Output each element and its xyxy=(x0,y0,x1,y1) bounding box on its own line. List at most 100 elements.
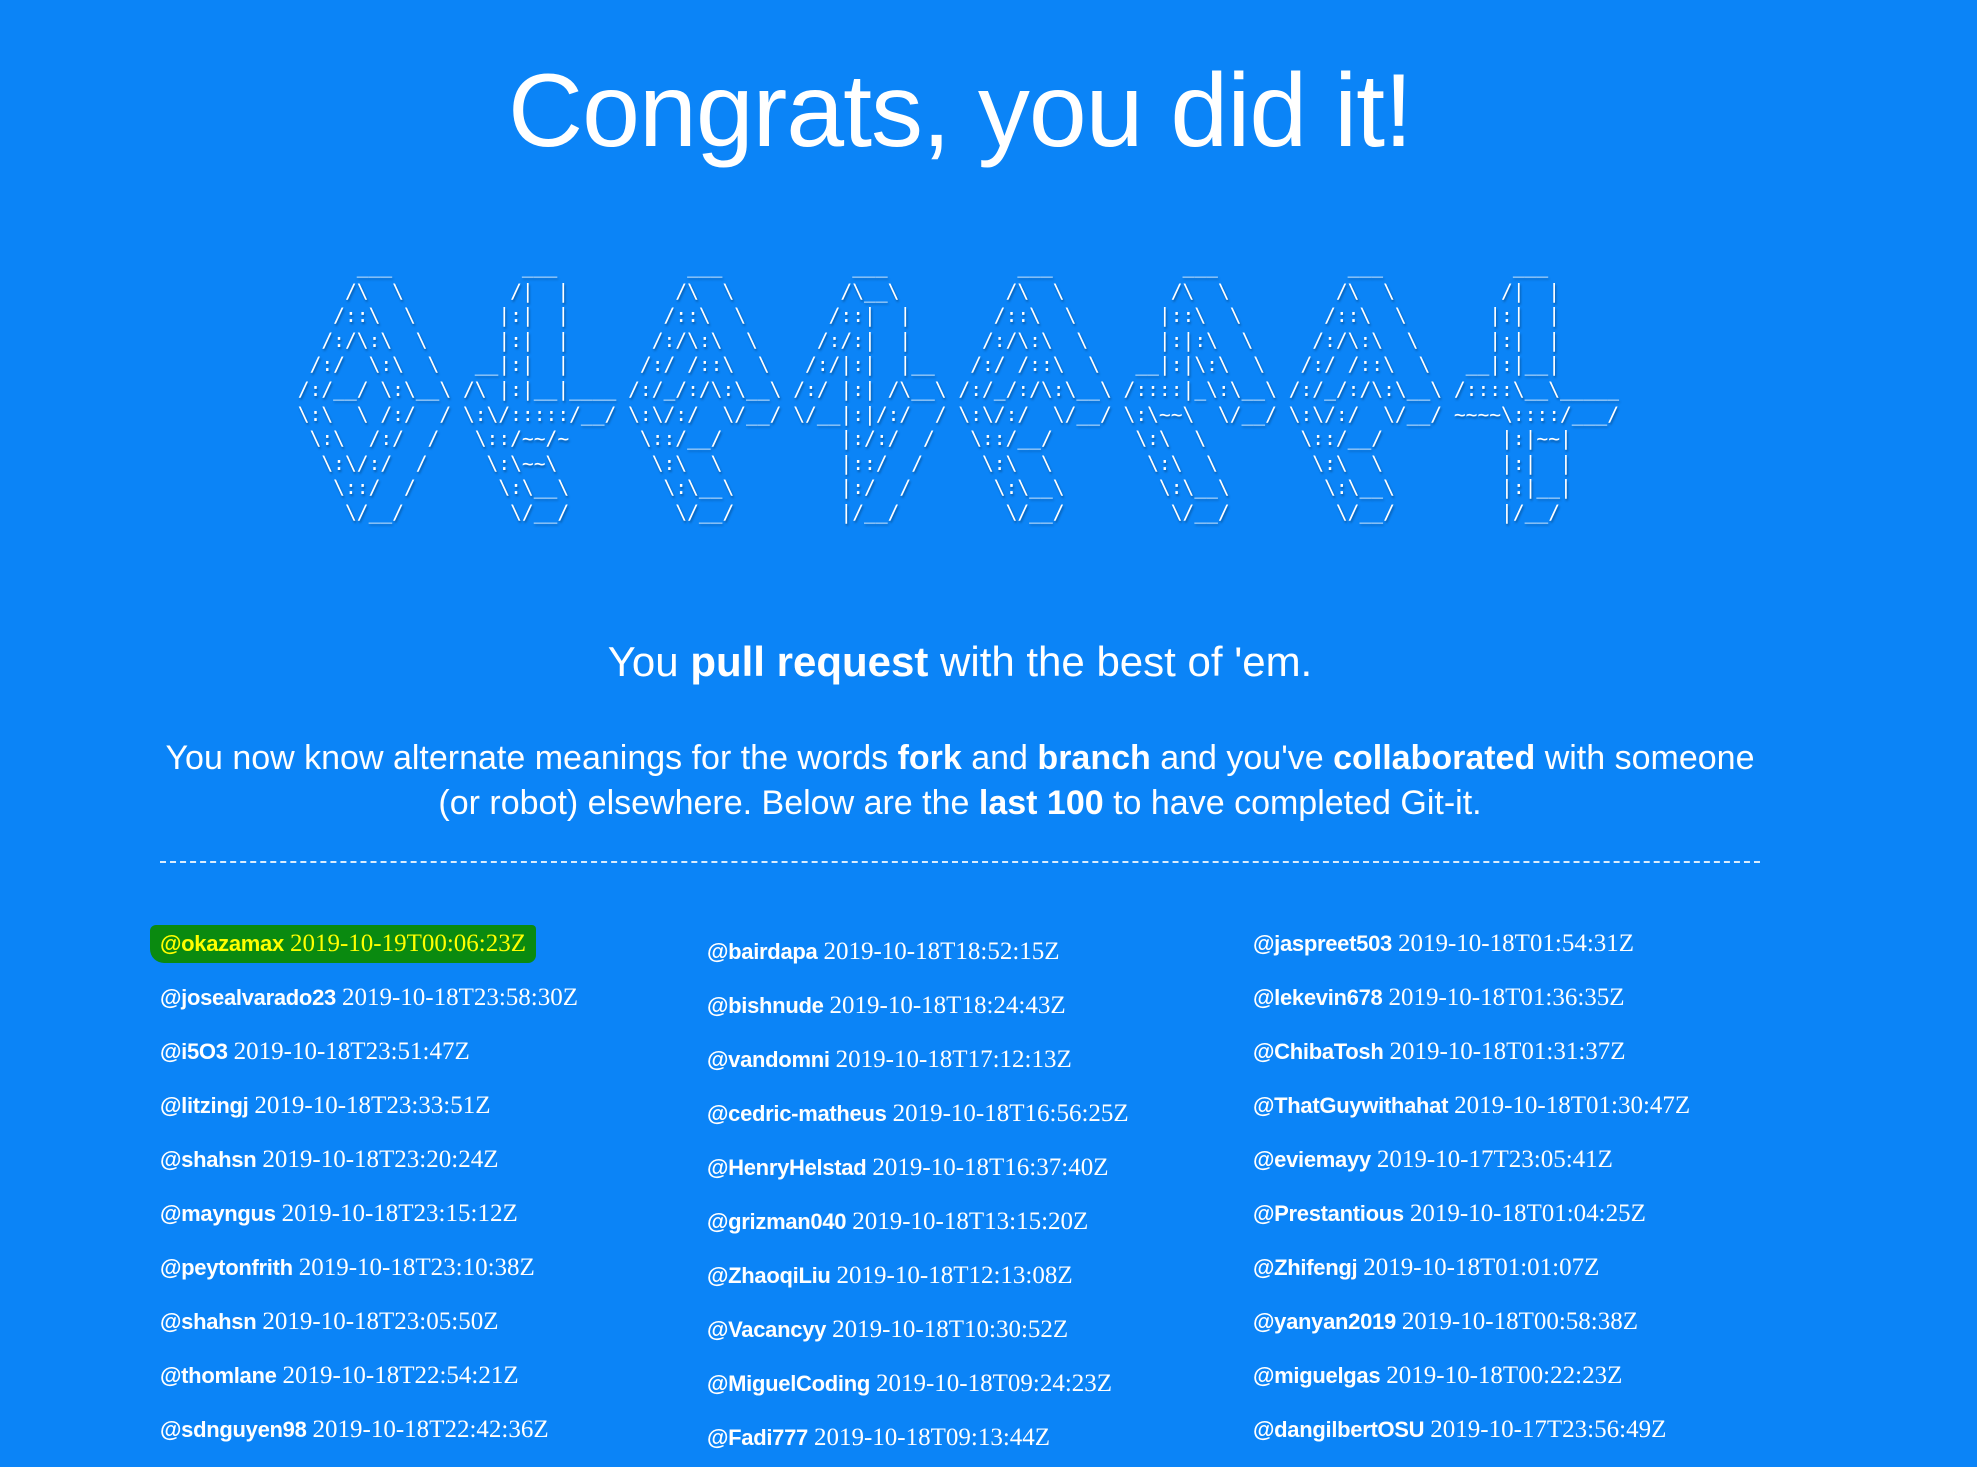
list-item: @peytonfrith 2019-10-18T23:10:38Z xyxy=(160,1241,700,1295)
description-text: to have completed Git-it. xyxy=(1103,784,1482,822)
list-item: @dangilbertOSU 2019-10-17T23:56:49Z xyxy=(1253,1403,1793,1457)
completion-timestamp: 2019-10-18T01:31:37Z xyxy=(1389,1038,1626,1065)
list-item-highlighted: @okazamax 2019-10-19T00:06:23Z xyxy=(150,925,537,963)
completion-timestamp: 2019-10-18T13:15:20Z xyxy=(852,1208,1089,1235)
username-link[interactable]: @okazamax xyxy=(160,931,284,957)
completion-timestamp: 2019-10-18T23:10:38Z xyxy=(298,1254,535,1281)
completion-timestamp: 2019-10-18T01:04:25Z xyxy=(1409,1200,1646,1227)
completers-column: @jaspreet503 2019-10-18T01:54:31Z @lekevin… xyxy=(1253,917,1793,1457)
username-link[interactable]: @Prestantious xyxy=(1253,1201,1404,1227)
completion-timestamp: 2019-10-18T23:05:50Z xyxy=(262,1308,499,1335)
completion-timestamp: 2019-10-18T17:12:13Z xyxy=(835,1046,1072,1073)
description-text: You now know alternate meanings for the … xyxy=(165,739,898,777)
list-item: @mayngus 2019-10-18T23:15:12Z xyxy=(160,1187,700,1241)
tagline: You pull request with the best of 'em. xyxy=(0,638,1920,686)
list-item: @litzingj 2019-10-18T23:33:51Z xyxy=(160,1079,700,1133)
list-item: @ChibaTosh 2019-10-18T01:31:37Z xyxy=(1253,1025,1793,1079)
list-item: @eviemayy 2019-10-17T23:05:41Z xyxy=(1253,1133,1793,1187)
list-item: @HenryHelstad 2019-10-18T16:37:40Z xyxy=(707,1141,1247,1195)
completion-timestamp: 2019-10-18T18:24:43Z xyxy=(829,992,1066,1019)
tagline-bold: pull request xyxy=(690,638,929,685)
completion-timestamp: 2019-10-18T01:36:35Z xyxy=(1388,984,1625,1011)
username-link[interactable]: @Vacancyy xyxy=(707,1317,826,1343)
list-item: @thomlane 2019-10-18T22:54:21Z xyxy=(160,1349,700,1403)
tagline-text: You xyxy=(607,638,691,685)
username-link[interactable]: @grizman040 xyxy=(707,1209,847,1235)
completion-timestamp: 2019-10-17T23:05:41Z xyxy=(1376,1146,1613,1173)
username-link[interactable]: @Fadi777 xyxy=(707,1425,808,1451)
completers-column: @bairdapa 2019-10-18T18:52:15Z @bishnude 20… xyxy=(707,925,1247,1465)
page-title: Congrats, you did it! xyxy=(508,53,1413,169)
completion-timestamp: 2019-10-18T22:42:36Z xyxy=(312,1416,549,1443)
completion-timestamp: 2019-10-18T23:15:12Z xyxy=(281,1200,518,1227)
username-link[interactable]: @josealvarado23 xyxy=(160,985,336,1011)
list-item: @Vacancyy 2019-10-18T10:30:52Z xyxy=(707,1303,1247,1357)
username-link[interactable]: @shahsn xyxy=(160,1147,257,1173)
list-item: @miguelgas 2019-10-18T00:22:23Z xyxy=(1253,1349,1793,1403)
completion-timestamp: 2019-10-18T23:51:47Z xyxy=(233,1038,470,1065)
username-link[interactable]: @cedric-matheus xyxy=(707,1101,887,1127)
username-link[interactable]: @i5O3 xyxy=(160,1039,228,1065)
completion-timestamp: 2019-10-18T22:54:21Z xyxy=(282,1362,519,1389)
username-link[interactable]: @dangilbertOSU xyxy=(1253,1417,1425,1443)
username-link[interactable]: @mayngus xyxy=(160,1201,276,1227)
list-item: @sdnguyen98 2019-10-18T22:42:36Z xyxy=(160,1403,700,1457)
list-item: @shahsn 2019-10-18T23:20:24Z xyxy=(160,1133,700,1187)
username-link[interactable]: @bairdapa xyxy=(707,939,818,965)
list-item: @ThatGuywithahat 2019-10-18T01:30:47Z xyxy=(1253,1079,1793,1133)
username-link[interactable]: @ChibaTosh xyxy=(1253,1039,1384,1065)
completion-timestamp: 2019-10-18T23:58:30Z xyxy=(341,984,579,1011)
completion-timestamp: 2019-10-18T23:33:51Z xyxy=(254,1092,491,1119)
username-link[interactable]: @litzingj xyxy=(160,1093,249,1119)
list-item: @grizman040 2019-10-18T13:15:20Z xyxy=(707,1195,1247,1249)
list-item: @Fadi777 2019-10-18T09:13:44Z xyxy=(707,1411,1247,1465)
completion-timestamp: 2019-10-18T00:58:38Z xyxy=(1401,1308,1639,1335)
list-item: @jaspreet503 2019-10-18T01:54:31Z xyxy=(1253,917,1793,971)
completion-timestamp: 2019-10-18T09:13:44Z xyxy=(813,1424,1051,1451)
completion-timestamp: 2019-10-18T09:24:23Z xyxy=(875,1370,1113,1397)
ascii-art-banner: ___ ___ ___ ___ ___ ___ ___ ___ /\ \ /| … xyxy=(297,255,1619,524)
tagline-text-end: with the best of 'em. xyxy=(928,638,1313,685)
username-link[interactable]: @eviemayy xyxy=(1253,1147,1371,1173)
list-item: @vandomni 2019-10-18T17:12:13Z xyxy=(707,1033,1247,1087)
description-bold-fork: fork xyxy=(897,739,962,777)
username-link[interactable]: @HenryHelstad xyxy=(707,1155,867,1181)
description-bold-last-100: last 100 xyxy=(978,784,1104,822)
username-link[interactable]: @shahsn xyxy=(160,1309,257,1335)
completion-timestamp: 2019-10-18T01:54:31Z xyxy=(1397,930,1635,957)
username-link[interactable]: @bishnude xyxy=(707,993,824,1019)
username-link[interactable]: @peytonfrith xyxy=(160,1255,293,1281)
username-link[interactable]: @yanyan2019 xyxy=(1253,1309,1396,1335)
list-item: @ZhaoqiLiu 2019-10-18T12:13:08Z xyxy=(707,1249,1247,1303)
list-item: @yanyan2019 2019-10-18T00:58:38Z xyxy=(1253,1295,1793,1349)
completion-timestamp: 2019-10-18T12:13:08Z xyxy=(836,1262,1073,1289)
username-link[interactable]: @ThatGuywithahat xyxy=(1253,1093,1448,1119)
list-item: @Zhifengj 2019-10-18T01:01:07Z xyxy=(1253,1241,1793,1295)
username-link[interactable]: @jaspreet503 xyxy=(1253,931,1392,957)
completion-timestamp: 2019-10-17T23:56:49Z xyxy=(1430,1416,1667,1443)
list-item: @cedric-matheus 2019-10-18T16:56:25Z xyxy=(707,1087,1247,1141)
username-link[interactable]: @ZhaoqiLiu xyxy=(707,1263,831,1289)
username-link[interactable]: @thomlane xyxy=(160,1363,277,1389)
dashed-divider xyxy=(160,861,1760,863)
completion-timestamp: 2019-10-18T16:56:25Z xyxy=(892,1100,1129,1127)
completion-timestamp: 2019-10-19T00:06:23Z xyxy=(289,930,527,957)
list-item: @MiguelCoding 2019-10-18T09:24:23Z xyxy=(707,1357,1247,1411)
username-link[interactable]: @Zhifengj xyxy=(1253,1255,1358,1281)
username-link[interactable]: @miguelgas xyxy=(1253,1363,1381,1389)
username-link[interactable]: @sdnguyen98 xyxy=(160,1417,307,1443)
list-item: @bishnude 2019-10-18T18:24:43Z xyxy=(707,979,1247,1033)
description: You now know alternate meanings for the … xyxy=(150,736,1770,826)
username-link[interactable]: @MiguelCoding xyxy=(707,1371,870,1397)
completion-timestamp: 2019-10-18T01:01:07Z xyxy=(1363,1254,1600,1281)
description-text: and you've xyxy=(1150,739,1334,777)
completion-timestamp: 2019-10-18T10:30:52Z xyxy=(832,1316,1069,1343)
username-link[interactable]: @vandomni xyxy=(707,1047,830,1073)
list-item: @Prestantious 2019-10-18T01:04:25Z xyxy=(1253,1187,1793,1241)
completion-timestamp: 2019-10-18T01:30:47Z xyxy=(1454,1092,1691,1119)
description-bold-branch: branch xyxy=(1037,739,1151,777)
description-text: and xyxy=(961,739,1038,777)
username-link[interactable]: @lekevin678 xyxy=(1253,985,1383,1011)
completion-timestamp: 2019-10-18T18:52:15Z xyxy=(823,938,1060,965)
list-item: @lekevin678 2019-10-18T01:36:35Z xyxy=(1253,971,1793,1025)
